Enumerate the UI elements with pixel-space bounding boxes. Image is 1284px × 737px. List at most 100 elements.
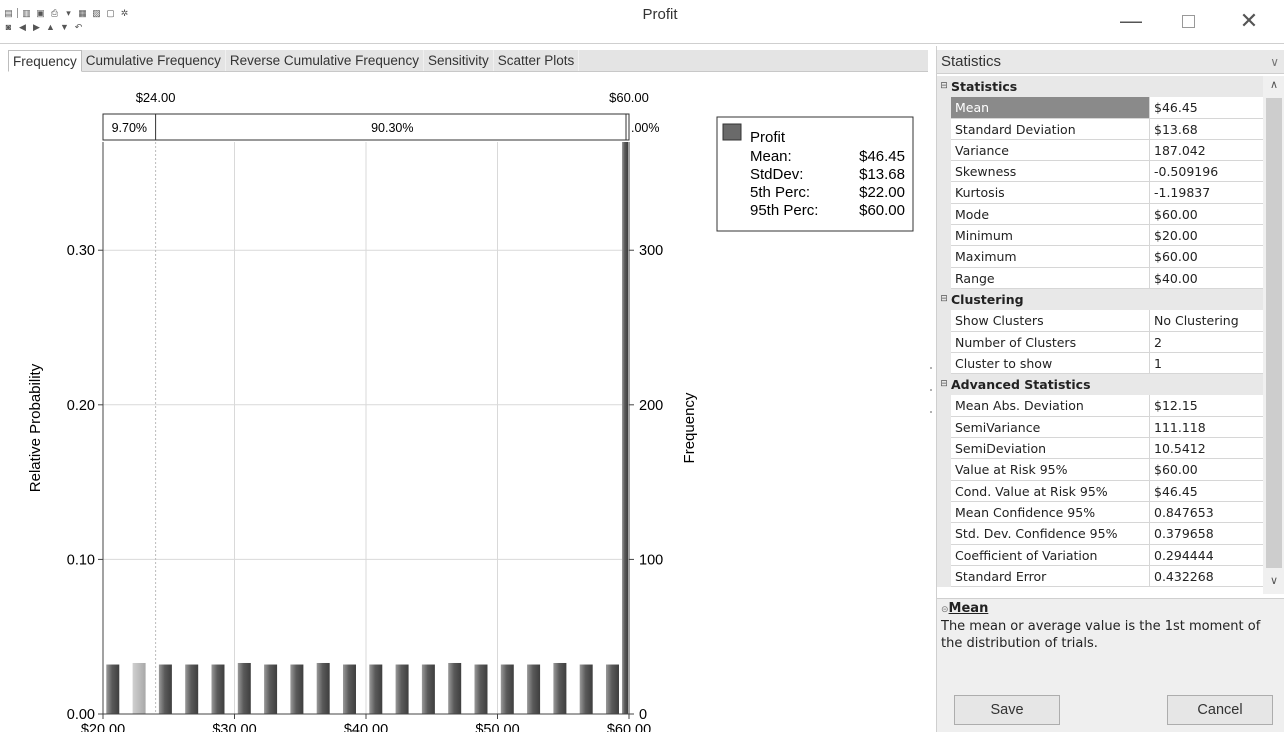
scroll-up-icon[interactable]: ∧ (1263, 78, 1284, 96)
stat-row[interactable]: Mode $60.00 (937, 203, 1263, 226)
stat-row[interactable]: Skewness -0.509196 (937, 161, 1263, 183)
stat-row[interactable]: Standard Deviation $13.68 (937, 118, 1263, 140)
stat-row[interactable]: Minimum $20.00 (937, 225, 1263, 247)
stat-value[interactable]: -0.509196 (1150, 161, 1263, 183)
y-tick-label: 0.00 (67, 707, 95, 723)
stat-value[interactable]: $20.00 (1150, 225, 1263, 247)
category-statistics[interactable]: ⊟ Statistics (937, 76, 1263, 98)
right-icon[interactable]: ▶ (31, 22, 42, 32)
property-grid[interactable]: ⊟ Statistics Mean $46.45 Standard Deviation $… (937, 76, 1263, 594)
save-icon[interactable]: ▣ (35, 8, 46, 18)
stat-row[interactable]: Standard Error 0.432268 (937, 565, 1263, 588)
stat-name: Std. Dev. Confidence 95% (951, 523, 1150, 545)
tab-sensitivity[interactable]: Sensitivity (423, 50, 494, 71)
stat-row[interactable]: SemiDeviation 10.5412 (937, 438, 1263, 460)
up-icon[interactable]: ▲ (45, 22, 56, 32)
row-gutter (937, 118, 951, 140)
stat-value[interactable]: 111.118 (1150, 417, 1263, 439)
undo-icon[interactable]: ↶ (73, 22, 84, 32)
stat-value[interactable]: $46.45 (1150, 97, 1263, 119)
stat-name: Maximum (951, 246, 1150, 268)
stat-value[interactable]: 2 (1150, 332, 1263, 353)
stat-value[interactable]: -1.19837 (1150, 182, 1263, 204)
stat-row[interactable]: Range $40.00 (937, 267, 1263, 289)
category-advanced-statistics[interactable]: ⊟ Advanced Statistics (937, 374, 1263, 396)
chevron-down-icon: ∨ (1270, 55, 1279, 69)
tab-scatter-plots[interactable]: Scatter Plots (493, 50, 580, 71)
stat-value[interactable]: 0.847653 (1150, 502, 1263, 524)
stat-name: Minimum (951, 225, 1150, 247)
histogram-bar (185, 664, 199, 714)
stat-row[interactable]: Kurtosis -1.19837 (937, 182, 1263, 204)
stat-value[interactable]: $60.00 (1150, 459, 1263, 481)
stat-value[interactable]: $60.00 (1150, 204, 1263, 226)
window-icon[interactable]: ▢ (105, 8, 116, 18)
scroll-thumb[interactable] (1266, 98, 1282, 568)
stat-value[interactable]: $60.00 (1150, 246, 1263, 268)
chart-icon[interactable]: ▨ (91, 8, 102, 18)
copy-icon[interactable]: ▥ (21, 8, 32, 18)
save-button[interactable]: Save (954, 695, 1060, 725)
stat-value[interactable]: 10.5412 (1150, 438, 1263, 460)
row-gutter (937, 438, 951, 460)
histogram-bar (500, 664, 514, 714)
row-gutter (937, 501, 951, 524)
doc-icon[interactable]: ▤ (3, 8, 14, 18)
stat-row[interactable]: Std. Dev. Confidence 95% 0.379658 (937, 523, 1263, 545)
histogram-bar (605, 664, 619, 714)
x-tick-label: $60.00 (607, 722, 651, 732)
dropdown-icon[interactable]: ▾ (63, 8, 74, 18)
left-icon[interactable]: ◀ (17, 22, 28, 32)
stat-value[interactable]: No Clustering (1150, 310, 1263, 332)
histogram-bar (158, 664, 172, 714)
window-title: Profit (642, 6, 678, 23)
stat-value[interactable]: $40.00 (1150, 268, 1263, 289)
pane-splitter[interactable] (929, 360, 933, 420)
maximize-icon (1181, 14, 1195, 28)
scroll-down-icon[interactable]: ∨ (1263, 574, 1284, 592)
maximize-button[interactable] (1165, 6, 1211, 36)
stat-value[interactable]: $12.15 (1150, 395, 1263, 417)
stat-row[interactable]: Mean Abs. Deviation $12.15 (937, 395, 1263, 417)
stat-value[interactable]: $13.68 (1150, 119, 1263, 140)
minimize-button[interactable]: — (1108, 6, 1154, 36)
stat-value[interactable]: 0.379658 (1150, 523, 1263, 545)
stat-row[interactable]: Coefficient of Variation 0.294444 (937, 544, 1263, 566)
stat-value[interactable]: 1 (1150, 353, 1263, 375)
stat-row[interactable]: Number of Clusters 2 (937, 331, 1263, 353)
statistics-header[interactable]: Statistics ∨ (937, 50, 1284, 74)
stat-value[interactable]: $46.45 (1150, 481, 1263, 502)
collapse-icon[interactable]: ⊟ (937, 374, 951, 395)
stat-value[interactable]: 187.042 (1150, 140, 1263, 162)
category-clustering[interactable]: ⊟ Clustering (937, 288, 1263, 311)
legend-stat-value: $22.00 (859, 184, 905, 201)
legend-stat-value: $13.68 (859, 166, 905, 183)
stat-value[interactable]: 0.432268 (1150, 566, 1263, 588)
stat-row[interactable]: Show Clusters No Clustering (937, 310, 1263, 332)
percentile-left-label: $24.00 (136, 90, 176, 105)
stat-row[interactable]: SemiVariance 111.118 (937, 416, 1263, 439)
stat-row[interactable]: Variance 187.042 (937, 139, 1263, 162)
camera-icon[interactable]: ◙ (3, 22, 14, 32)
stat-row[interactable]: Mean Confidence 95% 0.847653 (937, 501, 1263, 524)
tab-frequency[interactable]: Frequency (8, 50, 82, 72)
cancel-button[interactable]: Cancel (1167, 695, 1273, 725)
stat-row[interactable]: Mean $46.45 (937, 97, 1263, 119)
tab-cumulative-frequency[interactable]: Cumulative Frequency (81, 50, 226, 71)
tab-reverse-cumulative-frequency[interactable]: Reverse Cumulative Frequency (225, 50, 424, 71)
collapse-icon[interactable]: ⊟ (937, 76, 951, 97)
stat-value[interactable]: 0.294444 (1150, 545, 1263, 566)
print-icon[interactable]: ⎙ (49, 8, 60, 18)
vertical-scrollbar[interactable]: ∧ ∨ (1263, 76, 1284, 594)
stat-row[interactable]: Cond. Value at Risk 95% $46.45 (937, 480, 1263, 502)
close-button[interactable]: ✕ (1226, 6, 1272, 36)
down-icon[interactable]: ▼ (59, 22, 70, 32)
row-gutter (937, 480, 951, 502)
stat-name: Kurtosis (951, 182, 1150, 204)
collapse-icon[interactable]: ⊟ (937, 289, 951, 310)
stat-row[interactable]: Cluster to show 1 (937, 352, 1263, 375)
stat-row[interactable]: Value at Risk 95% $60.00 (937, 459, 1263, 481)
settings-icon[interactable]: ✲ (119, 8, 130, 18)
stat-row[interactable]: Maximum $60.00 (937, 246, 1263, 268)
grid-icon[interactable]: ▦ (77, 8, 88, 18)
